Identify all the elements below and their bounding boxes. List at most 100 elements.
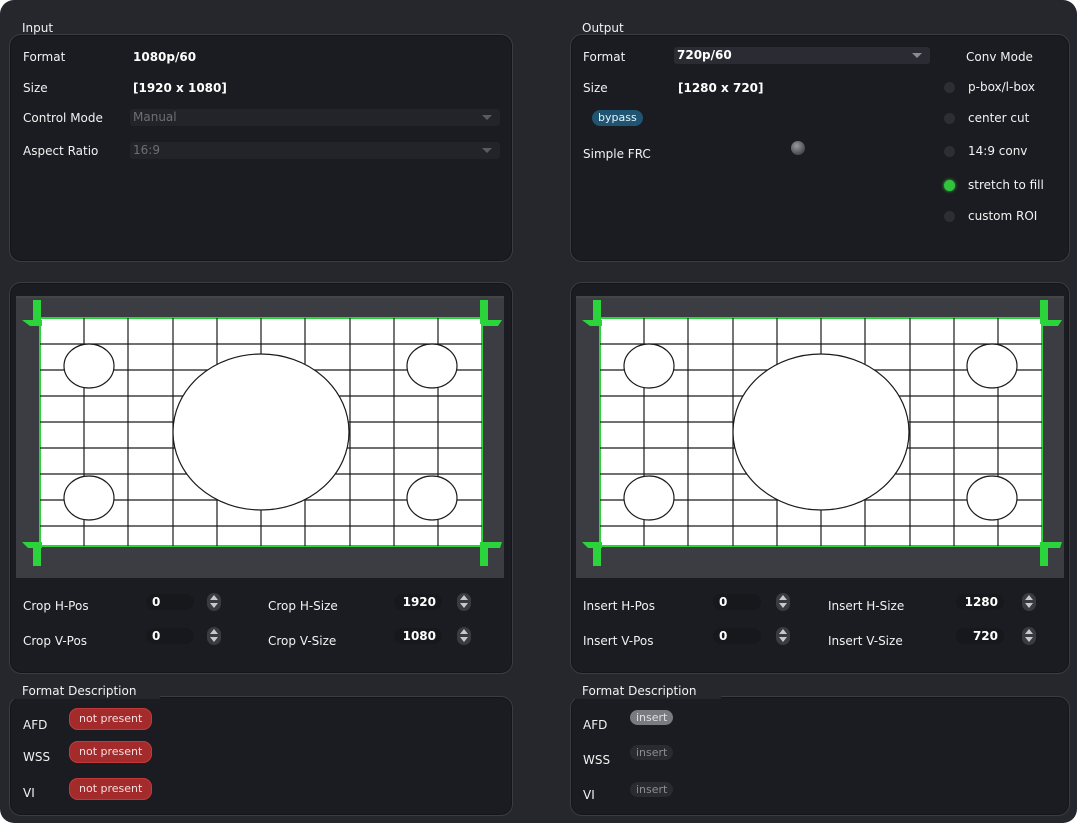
chevron-up-icon <box>779 595 787 600</box>
input-size-label: Size <box>23 81 48 95</box>
input-section-title: Input <box>22 21 54 35</box>
chevron-down-icon <box>779 603 787 608</box>
control-mode-label: Control Mode <box>23 111 103 125</box>
insert-vpos-stepper[interactable] <box>776 627 790 645</box>
input-preview-canvas[interactable] <box>16 296 504 578</box>
conv-mode-title: Conv Mode <box>966 50 1033 64</box>
chevron-down-icon <box>460 603 468 608</box>
output-format-dropdown[interactable]: 720p/60 <box>674 47 930 64</box>
input-afd-status-badge: not present <box>69 708 153 730</box>
insert-vsize-label: Insert V-Size <box>828 634 903 648</box>
crop-vpos-stepper[interactable] <box>207 627 221 645</box>
app-window: Input Format 1080p/60 Size [1920 x 1080]… <box>0 0 1077 823</box>
radio-label-custom-roi: custom ROI <box>968 209 1038 223</box>
output-size-label: Size <box>583 81 608 95</box>
insert-vpos-value: 0 <box>719 629 728 643</box>
chevron-down-icon <box>210 637 218 642</box>
radio-custom-roi[interactable] <box>944 211 955 222</box>
simple-frc-led-toggle[interactable] <box>791 141 805 155</box>
insert-vpos-label: Insert V-Pos <box>583 634 654 648</box>
output-format-label: Format <box>583 50 626 64</box>
crop-vpos-field[interactable]: 0 <box>146 628 194 644</box>
insert-hsize-field[interactable]: 1280 <box>956 594 1004 610</box>
insert-vsize-value: 720 <box>972 629 998 643</box>
insert-hsize-label: Insert H-Size <box>828 599 905 613</box>
radio-stretch-to-fill[interactable] <box>944 180 955 191</box>
chevron-down-icon <box>912 53 922 58</box>
insert-vsize-field[interactable]: 720 <box>956 628 1004 644</box>
input-wss-status-badge: not present <box>69 741 153 763</box>
input-vi-status-badge: not present <box>69 778 153 800</box>
crop-hpos-label: Crop H-Pos <box>23 599 89 613</box>
radio-14-9-conv[interactable] <box>944 146 955 157</box>
output-vi-insert-toggle[interactable]: insert <box>630 782 674 797</box>
chevron-up-icon <box>1025 595 1033 600</box>
output-test-pattern <box>576 298 1064 578</box>
output-wss-label: WSS <box>583 753 611 767</box>
chevron-up-icon <box>460 629 468 634</box>
insert-hpos-label: Insert H-Pos <box>583 599 655 613</box>
chevron-down-icon <box>1025 637 1033 642</box>
chevron-down-icon <box>1025 603 1033 608</box>
output-format-description-title: Format Description <box>582 684 697 698</box>
input-afd-label: AFD <box>23 718 48 732</box>
chevron-down-icon <box>460 637 468 642</box>
insert-hpos-value: 0 <box>719 595 728 609</box>
crop-hpos-field[interactable]: 0 <box>146 594 194 610</box>
radio-p-box[interactable] <box>944 82 955 93</box>
output-afd-insert-toggle[interactable]: insert <box>630 710 674 725</box>
input-format-value: 1080p/60 <box>133 50 197 64</box>
crop-hpos-value: 0 <box>152 595 161 609</box>
input-size-value: [1920 x 1080] <box>133 81 227 95</box>
bypass-button[interactable]: bypass <box>592 110 643 126</box>
crop-vpos-label: Crop V-Pos <box>23 634 88 648</box>
aspect-ratio-dropdown[interactable]: 16:9 <box>130 142 500 159</box>
input-test-pattern <box>16 298 504 578</box>
aspect-ratio-label: Aspect Ratio <box>23 144 99 158</box>
crop-vsize-value: 1080 <box>402 629 436 643</box>
output-format-value: 720p/60 <box>677 48 732 62</box>
insert-hpos-field[interactable]: 0 <box>713 594 761 610</box>
output-preview-canvas[interactable] <box>576 296 1064 578</box>
crop-hpos-stepper[interactable] <box>207 593 221 611</box>
input-format-description-title: Format Description <box>22 684 137 698</box>
chevron-up-icon <box>460 595 468 600</box>
input-format-label: Format <box>23 50 66 64</box>
crop-vsize-stepper[interactable] <box>457 627 471 645</box>
crop-vsize-field[interactable]: 1080 <box>394 628 442 644</box>
simple-frc-label: Simple FRC <box>583 147 651 161</box>
control-mode-value: Manual <box>133 110 177 124</box>
radio-label-p-box: p-box/l-box <box>968 80 1036 94</box>
output-wss-insert-toggle[interactable]: insert <box>630 745 674 760</box>
chevron-up-icon <box>210 629 218 634</box>
control-mode-dropdown[interactable]: Manual <box>130 109 500 126</box>
insert-hpos-stepper[interactable] <box>776 593 790 611</box>
chevron-down-icon <box>482 148 492 153</box>
output-section-title: Output <box>582 21 624 35</box>
output-size-value: [1280 x 720] <box>678 81 764 95</box>
chevron-up-icon <box>779 629 787 634</box>
insert-hsize-stepper[interactable] <box>1022 593 1036 611</box>
crop-hsize-label: Crop H-Size <box>268 599 338 613</box>
aspect-ratio-value: 16:9 <box>133 143 160 157</box>
input-vi-label: VI <box>23 786 35 800</box>
insert-hsize-value: 1280 <box>964 595 998 609</box>
crop-vpos-value: 0 <box>152 629 161 643</box>
chevron-up-icon <box>1025 629 1033 634</box>
crop-vsize-label: Crop V-Size <box>268 634 337 648</box>
chevron-up-icon <box>210 595 218 600</box>
chevron-down-icon <box>210 603 218 608</box>
insert-vsize-stepper[interactable] <box>1022 627 1036 645</box>
radio-center-cut[interactable] <box>944 113 955 124</box>
output-vi-label: VI <box>583 788 595 802</box>
radio-label-center-cut: center cut <box>968 111 1030 125</box>
chevron-down-icon <box>779 637 787 642</box>
chevron-down-icon <box>482 115 492 120</box>
insert-vpos-field[interactable]: 0 <box>713 628 761 644</box>
crop-hsize-field[interactable]: 1920 <box>394 594 442 610</box>
output-afd-label: AFD <box>583 718 608 732</box>
crop-hsize-stepper[interactable] <box>457 593 471 611</box>
radio-label-stretch-to-fill: stretch to fill <box>968 178 1044 192</box>
radio-label-14-9-conv: 14:9 conv <box>968 144 1028 158</box>
input-wss-label: WSS <box>23 750 51 764</box>
